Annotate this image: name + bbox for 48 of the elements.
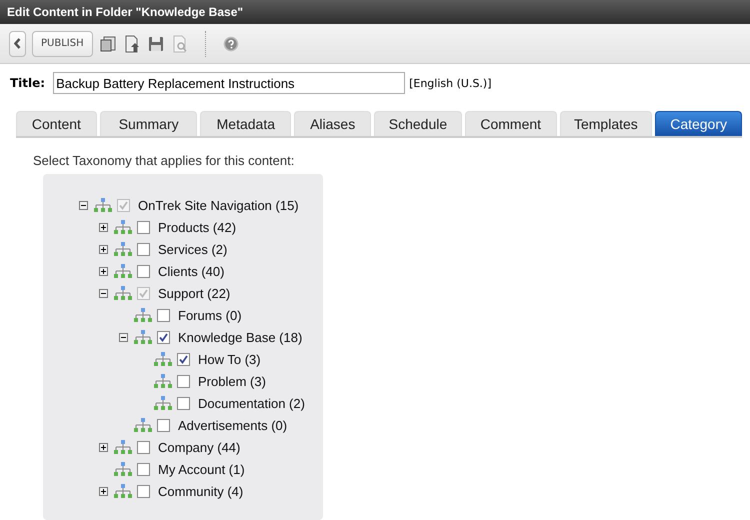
tab[interactable]: Category: [655, 111, 742, 136]
tab[interactable]: Metadata: [200, 111, 292, 136]
tab[interactable]: Content: [16, 111, 97, 136]
save-icon[interactable]: [146, 34, 165, 52]
hierarchy-icon: [154, 396, 172, 410]
taxonomy-prompt: Select Taxonomy that applies for this content:: [33, 153, 296, 168]
tab[interactable]: Summary: [100, 111, 198, 136]
hierarchy-icon: [114, 440, 132, 454]
hierarchy-icon: [114, 220, 132, 234]
taxonomy-label: Products (42): [158, 220, 236, 234]
hierarchy-icon: [134, 308, 152, 322]
taxonomy-label: Clients (40): [158, 264, 224, 278]
taxonomy-label: Problem (3): [198, 374, 266, 388]
taxonomy-label: OnTrek Site Navigation (15): [138, 198, 299, 212]
title-label: Title:: [10, 76, 46, 90]
taxonomy-label: Company (44): [158, 440, 240, 454]
tab[interactable]: Comment: [464, 111, 557, 136]
hierarchy-icon: [134, 418, 152, 432]
taxonomy-label: Community (4): [158, 484, 244, 498]
taxonomy-label: Services (2): [158, 242, 228, 256]
taxonomy-label: Support (22): [158, 286, 230, 300]
hierarchy-icon: [114, 462, 132, 476]
taxonomy-label: Documentation (2): [198, 396, 305, 410]
documents-icon[interactable]: [98, 34, 117, 52]
hierarchy-icon: [154, 352, 172, 366]
help-icon[interactable]: [222, 34, 240, 52]
tab[interactable]: Aliases: [294, 111, 372, 136]
back-button[interactable]: [9, 30, 26, 56]
taxonomy-label: Advertisements (0): [178, 418, 288, 432]
hierarchy-icon: [134, 330, 152, 344]
back-icon: [14, 38, 21, 49]
taxonomy-label: Forums (0): [178, 308, 242, 322]
window-title: Edit Content in Folder "Knowledge Base": [0, 0, 750, 24]
hierarchy-icon: [114, 264, 132, 278]
upload-icon[interactable]: [122, 34, 141, 52]
language-label: [English (U.S.)]: [409, 76, 492, 90]
publish-button[interactable]: PUBLISH: [32, 30, 93, 56]
tab[interactable]: Schedule: [374, 111, 462, 136]
taxonomy-label: My Account (1): [158, 462, 245, 476]
title-field[interactable]: Backup Battery Replacement Instructions: [53, 72, 406, 94]
taxonomy-label: Knowledge Base (18): [178, 330, 302, 344]
hierarchy-icon: [114, 484, 132, 498]
hierarchy-icon: [114, 242, 132, 256]
hierarchy-icon: [154, 374, 172, 388]
taxonomy-label: How To (3): [198, 352, 261, 366]
hierarchy-icon: [94, 198, 112, 212]
hierarchy-icon: [114, 286, 132, 300]
tab[interactable]: Templates: [560, 111, 652, 136]
